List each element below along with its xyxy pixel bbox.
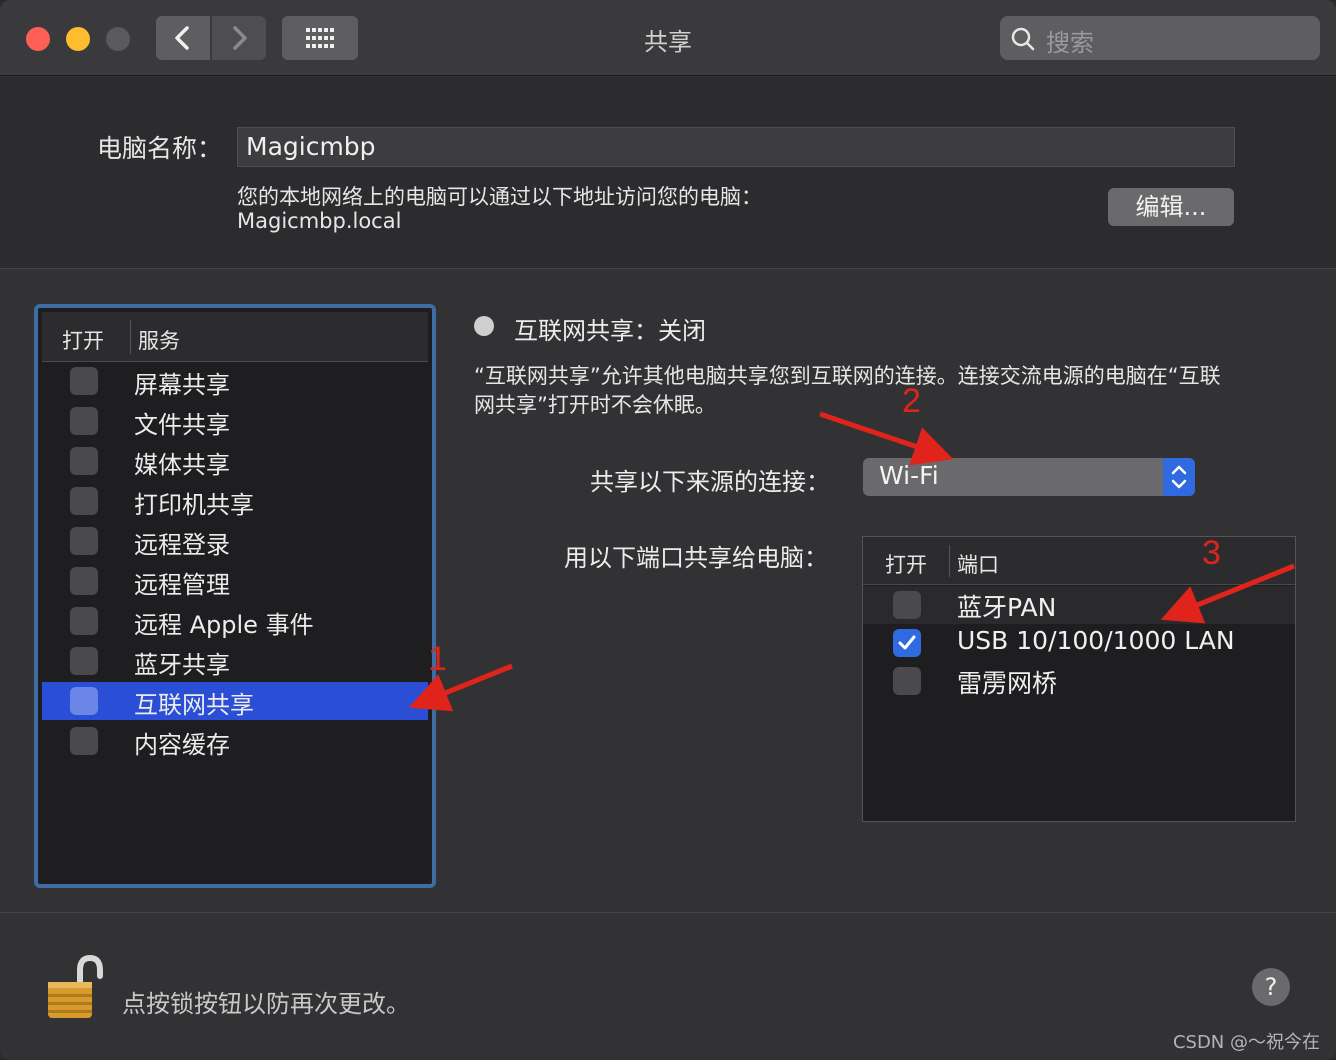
- popup-arrows-icon: [1163, 458, 1195, 496]
- service-checkbox[interactable]: [70, 367, 98, 395]
- footer-divider: [0, 912, 1336, 913]
- service-checkbox[interactable]: [70, 607, 98, 635]
- status-indicator: [474, 316, 494, 336]
- share-to-ports-label: 用以下端口共享给电脑：: [564, 544, 828, 572]
- service-row[interactable]: 远程 Apple 事件: [42, 602, 428, 640]
- column-divider: [949, 545, 950, 577]
- computer-name-label: 电脑名称：: [97, 134, 223, 163]
- port-row[interactable]: 雷雳网桥: [863, 662, 1295, 700]
- search-placeholder: 搜索: [1046, 29, 1094, 57]
- port-row[interactable]: USB 10/100/1000 LAN: [863, 624, 1295, 662]
- service-label: 远程管理: [134, 571, 230, 599]
- service-status: 互联网共享：关闭: [514, 317, 706, 345]
- lock-hint: 点按锁按钮以防再次更改。: [122, 990, 410, 1018]
- service-row[interactable]: 打印机共享: [42, 482, 428, 520]
- watermark-text: CSDN @～祝今在: [1172, 1032, 1320, 1053]
- local-address-info: 您的本地网络上的电脑可以通过以下地址访问您的电脑：: [237, 185, 762, 209]
- service-label: 媒体共享: [134, 451, 230, 479]
- title-bar: 共享 搜索: [0, 0, 1336, 76]
- lock-button[interactable]: [40, 952, 106, 1022]
- service-row[interactable]: 文件共享: [42, 402, 428, 440]
- service-row[interactable]: 屏幕共享: [42, 362, 428, 400]
- ports-list[interactable]: 打开 端口 蓝牙PAN USB 10/100/1000 LAN 雷雳网桥: [862, 536, 1296, 822]
- services-list[interactable]: 打开 服务 屏幕共享文件共享媒体共享打印机共享远程登录远程管理远程 Apple …: [34, 304, 436, 888]
- computer-name-section: 电脑名称： Magicmbp 您的本地网络上的电脑可以通过以下地址访问您的电脑：…: [0, 77, 1336, 269]
- checkmark-icon: [898, 635, 916, 650]
- port-label: 雷雳网桥: [957, 669, 1058, 698]
- share-from-label: 共享以下来源的连接：: [590, 468, 830, 496]
- port-label: USB 10/100/1000 LAN: [957, 626, 1235, 655]
- services-list-header: 打开 服务: [42, 312, 428, 362]
- service-description-cont: 网共享”打开时不会休眠。: [474, 393, 716, 417]
- arrow-2: [819, 411, 954, 466]
- ports-column-port[interactable]: 端口: [957, 549, 999, 579]
- search-field[interactable]: 搜索: [1000, 16, 1320, 60]
- column-header-service[interactable]: 服务: [138, 325, 180, 355]
- sharing-window: 共享 搜索 电脑名称： Magicmbp 您的本地网络上的电脑可以通过以下地址访…: [0, 0, 1336, 1060]
- annotation-number-3: 3: [1202, 534, 1221, 572]
- service-checkbox[interactable]: [70, 647, 98, 675]
- share-from-popup[interactable]: Wi-Fi: [863, 458, 1195, 496]
- search-icon: [1011, 27, 1035, 51]
- service-checkbox[interactable]: [70, 527, 98, 555]
- service-checkbox[interactable]: [70, 447, 98, 475]
- service-label: 文件共享: [134, 411, 230, 439]
- service-row[interactable]: 媒体共享: [42, 442, 428, 480]
- ports-column-on[interactable]: 打开: [885, 549, 927, 579]
- port-label: 蓝牙PAN: [957, 593, 1057, 622]
- service-row[interactable]: 互联网共享: [42, 682, 428, 720]
- column-divider: [130, 320, 131, 354]
- service-checkbox[interactable]: [70, 687, 98, 715]
- lock-open-icon: [48, 954, 103, 1018]
- service-checkbox[interactable]: [70, 487, 98, 515]
- column-header-on[interactable]: 打开: [62, 325, 104, 355]
- service-checkbox[interactable]: [70, 407, 98, 435]
- edit-hostname-button[interactable]: 编辑...: [1108, 188, 1234, 226]
- service-row[interactable]: 远程登录: [42, 522, 428, 560]
- port-checkbox[interactable]: [893, 667, 921, 695]
- service-row[interactable]: 内容缓存: [42, 722, 428, 760]
- port-checkbox[interactable]: [893, 591, 921, 619]
- service-description: “互联网共享”允许其他电脑共享您到互联网的连接。连接交流电源的电脑在“互联: [474, 364, 1221, 388]
- service-label: 远程 Apple 事件: [134, 611, 314, 639]
- service-checkbox[interactable]: [70, 567, 98, 595]
- service-label: 互联网共享: [134, 691, 254, 719]
- port-checkbox[interactable]: [893, 629, 921, 657]
- service-checkbox[interactable]: [70, 727, 98, 755]
- computer-name-input[interactable]: Magicmbp: [237, 127, 1235, 167]
- service-label: 蓝牙共享: [134, 651, 230, 679]
- port-row[interactable]: 蓝牙PAN: [863, 586, 1295, 624]
- annotation-number-1: 1: [428, 640, 447, 678]
- service-row[interactable]: 蓝牙共享: [42, 642, 428, 680]
- service-label: 内容缓存: [134, 731, 230, 759]
- service-label: 远程登录: [134, 531, 230, 559]
- annotation-number-2: 2: [902, 382, 921, 420]
- local-hostname: Magicmbp.local: [237, 209, 402, 233]
- ports-list-header: 打开 端口: [863, 537, 1295, 585]
- service-row[interactable]: 远程管理: [42, 562, 428, 600]
- help-button[interactable]: ?: [1252, 968, 1290, 1006]
- share-from-value: Wi-Fi: [879, 461, 939, 490]
- service-label: 屏幕共享: [134, 371, 230, 399]
- service-label: 打印机共享: [134, 491, 254, 519]
